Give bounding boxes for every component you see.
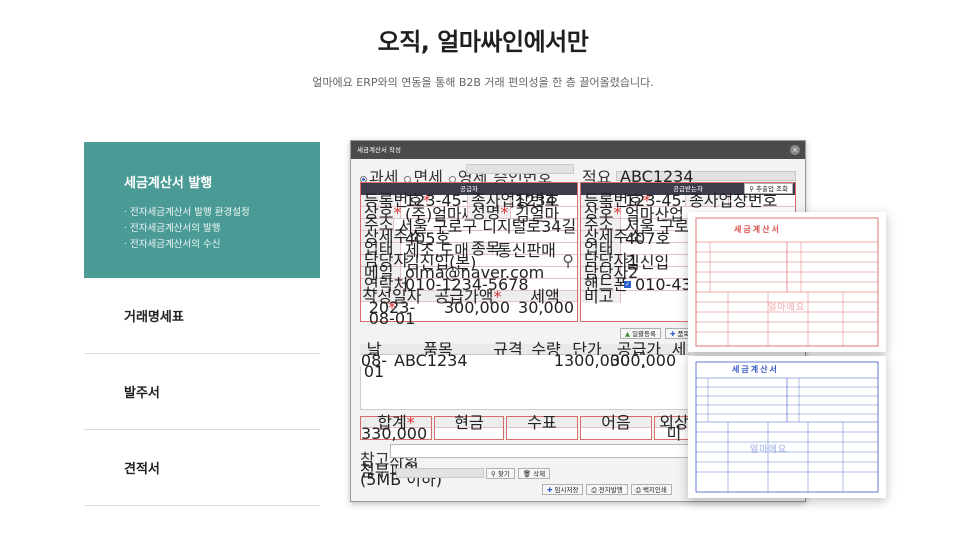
window-title-text: 세금계산서 작성 (357, 146, 401, 154)
red-form-lines (695, 217, 879, 347)
summary-note: 어음 (580, 415, 652, 440)
receiver-addr2-value[interactable]: 407호 (621, 225, 670, 249)
window-title: 세금계산서 작성 × (351, 141, 805, 159)
plus-icon: ✚ (670, 330, 676, 338)
search-icon[interactable]: ⚲ (562, 251, 577, 270)
close-icon[interactable]: × (790, 145, 800, 155)
red-form-title: 세금계산서 (734, 225, 781, 234)
supplier-panel: 공급자 등록번호* 123-45-67890 종사업장번호 1234 상호* (… (360, 182, 578, 327)
menu-item-tax-invoice[interactable]: 세금계산서 발행 · 전자세금계산서 발행 환경설정 · 전자세금계산서의 발행… (84, 142, 320, 278)
tax-value[interactable]: 30,000 (513, 300, 577, 316)
tax-invoice-red-paper: 세금계산서 얼마에요 (688, 212, 886, 352)
menu-bullet: · 전자세금계산서의 발행 (124, 223, 221, 234)
attach-actions: ⚲ 찾기 🗑 삭제 (486, 468, 551, 479)
approval-input[interactable] (466, 164, 574, 174)
summary-total: 합계* 330,000 (360, 415, 432, 442)
temp-save-button[interactable]: ✚ 임시저장 (542, 484, 584, 495)
supply-value[interactable]: 300,000 (423, 300, 513, 316)
printer-icon: ⎙ (591, 486, 597, 494)
plus-icon: ✚ (547, 486, 553, 494)
col-spec: 규격 (493, 340, 523, 359)
find-button[interactable]: ⚲ 찾기 (486, 468, 515, 479)
feature-menu: 세금계산서 발행 · 전자세금계산서 발행 환경설정 · 전자세금계산서의 발행… (84, 142, 320, 506)
menu-item-label: 세금계산서 발행 (124, 176, 213, 191)
page-subtitle: 얼마에요 ERP와의 연동을 통해 B2B 거래 편의성을 한 층 끌어올렸습니… (312, 76, 654, 89)
menu-item-purchase-order[interactable]: 발주서 (84, 354, 320, 430)
summary-cash: 현금 (434, 415, 504, 440)
trash-icon: 🗑 (522, 470, 532, 478)
field-label: 비고 (581, 289, 621, 305)
business-search-button[interactable]: ⚲ 추출업 조회 (744, 183, 793, 194)
bulk-register-button[interactable]: ▲ 일괄등록 (620, 328, 661, 339)
tax-invoice-blue-paper: 세금계산서 얼마에요 (688, 356, 886, 498)
table-row[interactable]: 08-01 ABC1234 1 300,000 300,000 (360, 353, 690, 380)
reference-input[interactable] (390, 444, 690, 458)
upload-icon: ▲ (625, 330, 630, 338)
field-label: 종사업장번호 (685, 193, 777, 209)
amount-value-row: 2023-08-01 300,000 30,000 (361, 300, 577, 327)
e-issue-button[interactable]: ⎙ 전자발행 (586, 484, 628, 495)
delete-button[interactable]: 🗑 삭제 (517, 468, 551, 479)
page-title: 오직, 얼마싸인에서만 (377, 28, 589, 56)
date-value[interactable]: 2023-08-01 (361, 300, 423, 327)
memo-input[interactable]: ABC1234 (616, 169, 796, 185)
blank-print-button[interactable]: ⎙ 백지인쇄 (630, 484, 672, 495)
menu-item-statement[interactable]: 거래명세표 (84, 278, 320, 354)
attach-input[interactable] (396, 468, 484, 478)
printer-icon: ⎙ (635, 486, 641, 494)
menu-item-estimate[interactable]: 견적서 (84, 430, 320, 506)
footer-actions: ✚ 임시저장 ⎙ 전자발행 ⎙ 백지인쇄 (542, 484, 672, 495)
summary-check: 수표 (506, 415, 578, 440)
blue-form-lines (695, 361, 879, 493)
checkbox-icon[interactable]: ✓ (624, 281, 631, 288)
red-form-watermark: 얼마에요 (768, 303, 806, 313)
search-icon: ⚲ (491, 470, 496, 478)
menu-bullet: · 전자세금계산서 발행 환경설정 (124, 207, 250, 218)
menu-bullet: · 전자세금계산서의 수신 (124, 239, 221, 250)
summary-total-value[interactable]: 330,000 (361, 426, 431, 442)
grid-actions: ▲ 일괄등록 ✚ 품목 (620, 328, 695, 339)
blue-form-watermark: 얼마에요 (750, 445, 788, 455)
blue-form-title: 세금계산서 (732, 365, 779, 374)
